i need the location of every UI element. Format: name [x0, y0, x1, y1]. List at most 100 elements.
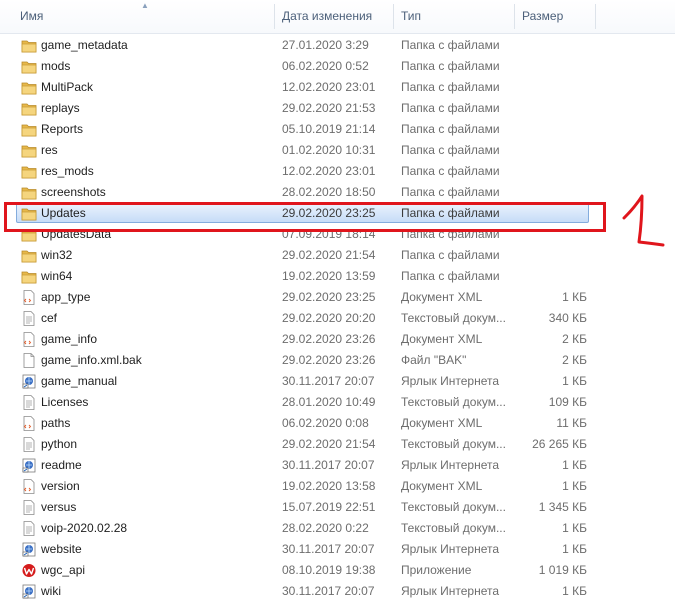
xml-file-icon	[21, 332, 37, 347]
file-date: 28.02.2020 18:50	[282, 185, 376, 199]
file-date: 29.02.2020 23:26	[282, 332, 376, 346]
file-type: Папка с файлами	[401, 38, 500, 52]
file-row[interactable]: game_metadata 27.01.2020 3:29 Папка с файл…	[0, 35, 675, 56]
text-file-icon	[21, 521, 37, 536]
column-header-size[interactable]: Размер	[515, 0, 595, 33]
file-date: 29.02.2020 21:53	[282, 101, 376, 115]
file-type: Папка с файлами	[401, 80, 500, 94]
text-file-icon	[21, 500, 37, 515]
file-row[interactable]: win32 29.02.2020 21:54 Папка с файлами	[0, 245, 675, 266]
folder-icon	[21, 185, 37, 200]
file-row[interactable]: voip-2020.02.28 28.02.2020 0:22 Текстовый …	[0, 518, 675, 539]
file-size: 26 265 КБ	[532, 437, 587, 451]
file-row[interactable]: website 30.11.2017 20:07 Ярлык Интернета 1 …	[0, 539, 675, 560]
file-name: game_info.xml.bak	[41, 353, 142, 367]
file-name: version	[41, 479, 80, 493]
file-type: Папка с файлами	[401, 143, 500, 157]
file-name: Licenses	[41, 395, 89, 409]
internet-shortcut-icon	[21, 374, 37, 389]
xml-file-icon	[21, 479, 37, 494]
xml-file-icon	[21, 290, 37, 305]
file-type: Папка с файлами	[401, 122, 500, 136]
file-row[interactable]: wiki 30.11.2017 20:07 Ярлык Интернета 1 КБ	[0, 581, 675, 602]
file-size: 340 КБ	[548, 311, 587, 325]
application-icon	[21, 563, 37, 578]
file-type: Приложение	[401, 563, 472, 577]
annotation-highlight-box	[4, 202, 606, 232]
file-row[interactable]: cef 29.02.2020 20:20 Текстовый докум... 340…	[0, 308, 675, 329]
file-row[interactable]: Licenses 28.01.2020 10:49 Текстовый докум.…	[0, 392, 675, 413]
file-row[interactable]: mods 06.02.2020 0:52 Папка с файлами	[0, 56, 675, 77]
file-name: res	[41, 143, 58, 157]
file-row[interactable]: python 29.02.2020 21:54 Текстовый докум...…	[0, 434, 675, 455]
file-date: 27.01.2020 3:29	[282, 38, 369, 52]
file-date: 06.02.2020 0:08	[282, 416, 369, 430]
file-date: 19.02.2020 13:58	[282, 479, 376, 493]
file-name: wiki	[41, 584, 61, 598]
file-row[interactable]: MultiPack 12.02.2020 23:01 Папка с файлами	[0, 77, 675, 98]
folder-icon	[21, 248, 37, 263]
file-row[interactable]: Reports 05.10.2019 21:14 Папка с файлами	[0, 119, 675, 140]
column-header-type[interactable]: Тип	[394, 0, 514, 33]
file-date: 19.02.2020 13:59	[282, 269, 376, 283]
file-name: readme	[41, 458, 82, 472]
file-date: 30.11.2017 20:07	[282, 542, 375, 556]
sort-arrow-icon: ▲	[141, 1, 149, 10]
file-name: game_metadata	[41, 38, 128, 52]
file-name: MultiPack	[41, 80, 94, 94]
file-name: website	[41, 542, 82, 556]
file-date: 12.02.2020 23:01	[282, 164, 376, 178]
file-row[interactable]: versus 15.07.2019 22:51 Текстовый докум...…	[0, 497, 675, 518]
file-type: Папка с файлами	[401, 59, 500, 73]
file-size: 1 КБ	[562, 374, 587, 388]
file-name: game_manual	[41, 374, 118, 388]
file-type: Папка с файлами	[401, 101, 500, 115]
file-type: Файл "BAK"	[401, 353, 467, 367]
file-row[interactable]: app_type 29.02.2020 23:25 Документ XML 1 КБ	[0, 287, 675, 308]
folder-icon	[21, 59, 37, 74]
file-date: 30.11.2017 20:07	[282, 374, 375, 388]
column-header-date[interactable]: Дата изменения	[275, 0, 393, 33]
file-type: Ярлык Интернета	[401, 458, 500, 472]
file-row[interactable]: game_manual 30.11.2017 20:07 Ярлык Интерне…	[0, 371, 675, 392]
file-name: wgc_api	[41, 563, 86, 577]
file-size: 1 КБ	[562, 584, 587, 598]
file-size: 2 КБ	[562, 353, 587, 367]
file-row[interactable]: win64 19.02.2020 13:59 Папка с файлами	[0, 266, 675, 287]
file-size: 11 КБ	[556, 416, 587, 430]
file-name: game_info	[41, 332, 98, 346]
file-date: 06.02.2020 0:52	[282, 59, 369, 73]
file-name: win64	[41, 269, 73, 283]
file-date: 30.11.2017 20:07	[282, 458, 375, 472]
file-row[interactable]: screenshots 28.02.2020 18:50 Папка с файла…	[0, 182, 675, 203]
file-date: 28.02.2020 0:22	[282, 521, 369, 535]
file-size: 1 КБ	[562, 521, 587, 535]
file-size: 1 КБ	[562, 458, 587, 472]
file-row[interactable]: replays 29.02.2020 21:53 Папка с файлами	[0, 98, 675, 119]
file-date: 28.01.2020 10:49	[282, 395, 376, 409]
folder-icon	[21, 164, 37, 179]
file-type: Ярлык Интернета	[401, 584, 500, 598]
folder-icon	[21, 101, 37, 116]
file-row[interactable]: readme 30.11.2017 20:07 Ярлык Интернета 1 К…	[0, 455, 675, 476]
file-date: 08.10.2019 19:38	[282, 563, 376, 577]
file-name: python	[41, 437, 78, 451]
file-type: Ярлык Интернета	[401, 542, 500, 556]
file-row[interactable]: game_info.xml.bak 29.02.2020 23:26 Файл "B…	[0, 350, 675, 371]
file-type: Текстовый докум...	[401, 521, 506, 535]
column-header-bar: Имя ▲ Дата изменения Тип Размер	[0, 0, 675, 34]
file-row[interactable]: wgc_api 08.10.2019 19:38 Приложение 1 019 К…	[0, 560, 675, 581]
file-name: voip-2020.02.28	[41, 521, 128, 535]
column-divider[interactable]	[595, 4, 596, 29]
file-date: 30.11.2017 20:07	[282, 584, 375, 598]
folder-icon	[21, 269, 37, 284]
file-type: Папка с файлами	[401, 269, 500, 283]
file-name: paths	[41, 416, 71, 430]
file-row[interactable]: game_info 29.02.2020 23:26 Документ XML 2 К…	[0, 329, 675, 350]
internet-shortcut-icon	[21, 458, 37, 473]
file-row[interactable]: version 19.02.2020 13:58 Документ XML 1 КБ	[0, 476, 675, 497]
file-row[interactable]: res_mods 12.02.2020 23:01 Папка с файлами	[0, 161, 675, 182]
file-type: Документ XML	[401, 416, 483, 430]
file-row[interactable]: paths 06.02.2020 0:08 Документ XML 11 КБ	[0, 413, 675, 434]
file-row[interactable]: res 01.02.2020 10:31 Папка с файлами	[0, 140, 675, 161]
